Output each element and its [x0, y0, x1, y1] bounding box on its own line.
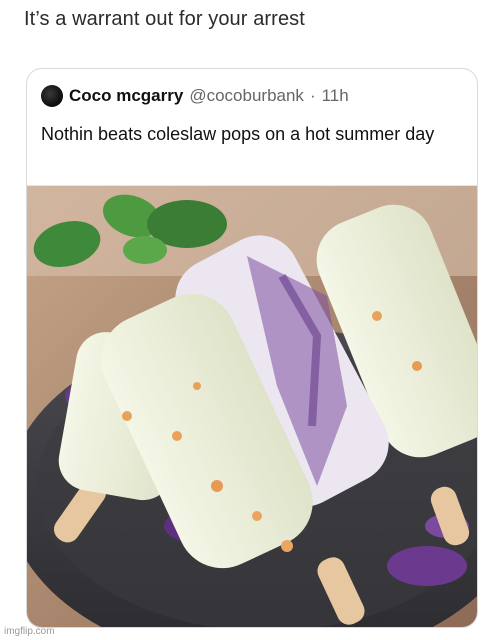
tweet-text: Nothin beats coleslaw pops on a hot summ… [41, 124, 435, 144]
tweet-time[interactable]: 11h [322, 86, 349, 106]
popsicle-photo-icon [27, 186, 477, 627]
mint-leaf [123, 236, 167, 264]
tweet-media-image[interactable] [27, 185, 477, 627]
user-handle[interactable]: @cocoburbank [189, 86, 304, 106]
imgflip-watermark: imgflip.com [4, 626, 55, 637]
meme-caption: It’s a warrant out for your arrest [24, 8, 305, 30]
avatar[interactable] [41, 85, 63, 107]
display-name[interactable]: Coco mcgarry [69, 86, 183, 106]
separator: · [309, 86, 316, 105]
tweet-card[interactable]: Coco mcgarry @cocoburbank · 11h Nothin b… [26, 68, 478, 628]
tweet-header: Coco mcgarry @cocoburbank · 11h [41, 85, 349, 107]
